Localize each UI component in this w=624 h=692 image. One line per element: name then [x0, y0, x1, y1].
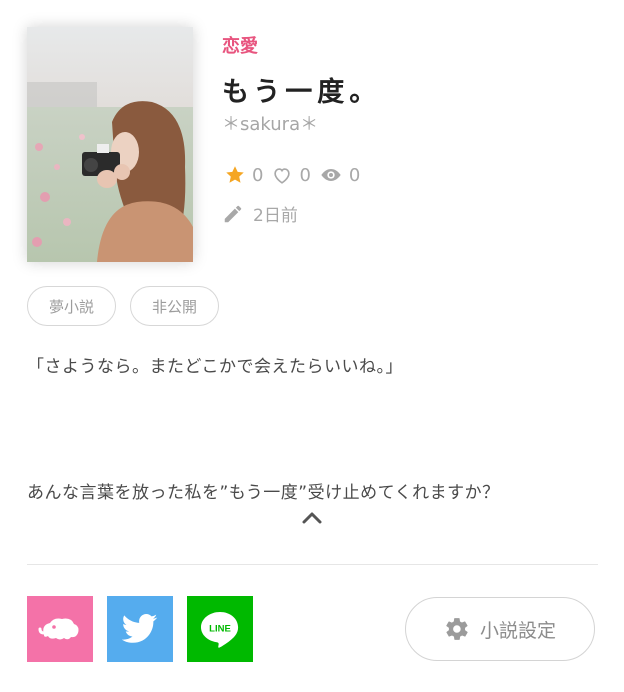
share-twitter-button[interactable] — [107, 596, 173, 662]
pencil-icon — [224, 205, 242, 222]
gear-icon — [446, 618, 468, 640]
work-detail-page: 恋愛 もう一度。 ＊sakura＊ 0 0 0 2日前 夢小説 非公開 「さよう… — [0, 0, 624, 692]
chevron-up-icon — [302, 512, 322, 524]
tag-item[interactable]: 夢小説 — [27, 286, 117, 326]
novel-settings-button[interactable]: 小説設定 — [405, 597, 595, 661]
star-count: 0 — [224, 164, 263, 186]
cover-image[interactable] — [27, 27, 193, 262]
view-count-value: 0 — [348, 164, 361, 186]
tag-item[interactable]: 非公開 — [130, 286, 220, 326]
description-line-2: あんな言葉を放った私を”もう一度”受け止めてくれますか？ — [27, 483, 500, 503]
tag-list: 夢小説 非公開 — [27, 286, 220, 326]
like-count: 0 — [271, 164, 311, 186]
genre-label[interactable]: 恋愛 — [222, 32, 258, 58]
cover-photo-illustration — [27, 27, 193, 262]
work-title: もう一度。 — [222, 77, 382, 108]
like-count-value: 0 — [299, 164, 311, 186]
share-line-button[interactable]: LINE — [187, 596, 253, 662]
line-app-icon: LINE — [201, 612, 239, 648]
twitter-bird-icon — [122, 614, 158, 643]
description-line-1: 「さようなら。またどこかで会えたらいいね。」 — [27, 357, 403, 377]
line-logo-text: LINE — [209, 624, 231, 635]
estar-elephant-icon — [38, 618, 79, 640]
heart-icon — [274, 168, 291, 184]
work-stats: 0 0 0 — [224, 161, 360, 189]
updated-time-value: 2日前 — [253, 206, 298, 226]
star-icon — [226, 166, 244, 183]
eye-icon — [321, 169, 341, 181]
view-count: 0 — [319, 164, 360, 186]
share-estar-button[interactable] — [27, 596, 93, 662]
collapse-description-button[interactable] — [298, 507, 326, 529]
star-count-value: 0 — [252, 164, 264, 186]
section-divider — [27, 564, 598, 565]
novel-settings-label: 小説設定 — [479, 619, 556, 642]
author-name[interactable]: ＊sakura＊ — [222, 110, 318, 136]
updated-time: 2日前 — [222, 201, 298, 226]
